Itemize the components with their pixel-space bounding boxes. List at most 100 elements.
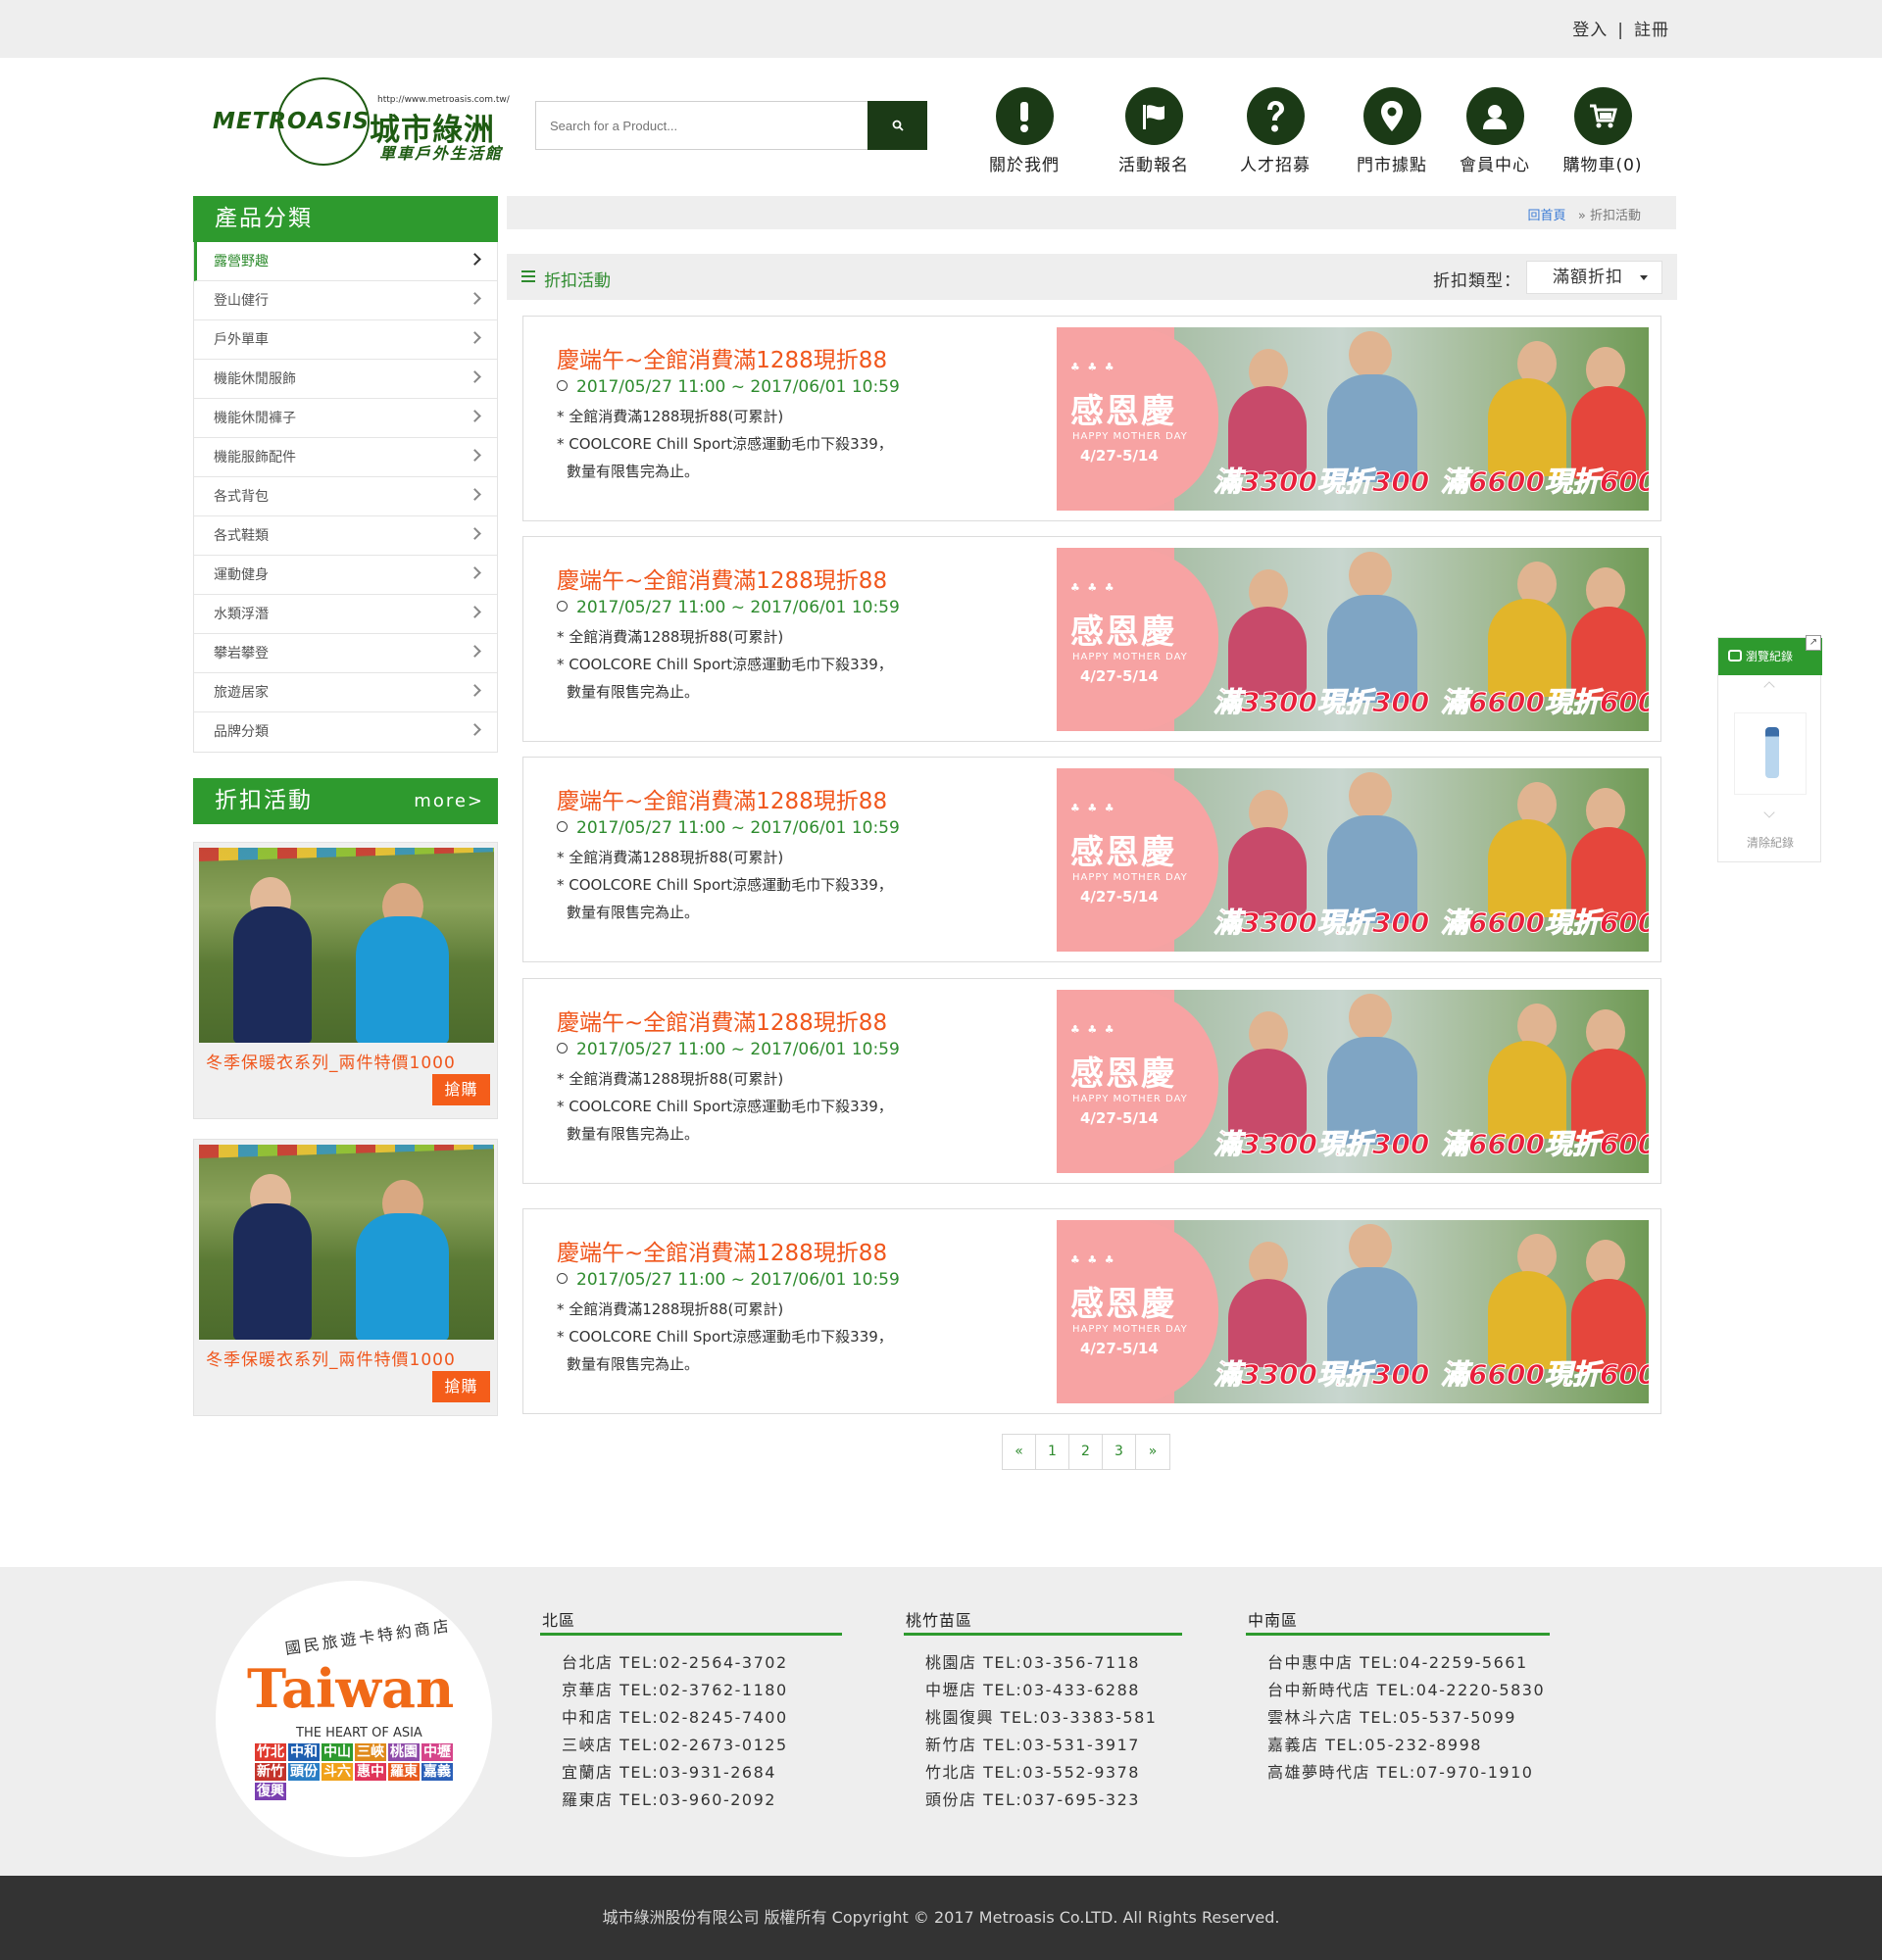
- category-item[interactable]: 登山健行: [194, 281, 497, 320]
- logo-url: http://www.metroasis.com.tw/: [377, 95, 510, 105]
- category-label: 各式鞋類: [214, 528, 269, 544]
- chevron-up-icon[interactable]: [1763, 681, 1775, 693]
- pager-prev[interactable]: «: [1003, 1435, 1036, 1469]
- promo-card[interactable]: 冬季保暖衣系列_兩件特價1000 搶購: [193, 1139, 498, 1416]
- expand-icon[interactable]: ↗: [1806, 635, 1821, 651]
- event-card[interactable]: 慶端午~全館消費滿1288現折88 2017/05/27 11:00 ~ 201…: [522, 316, 1661, 521]
- event-banner[interactable]: ♣ ♣ ♣ 感恩慶 HAPPY MOTHER DAY 4/27-5/14 滿33…: [1057, 768, 1649, 952]
- event-desc: 數量有限售完為止。: [567, 463, 700, 480]
- category-item[interactable]: 機能服飾配件: [194, 438, 497, 477]
- copyright-text: 城市綠洲股份有限公司 版權所有 Copyright © 2017 Metroas…: [602, 1908, 1280, 1927]
- footer: 國民旅遊卡特約商店 Taiwan THE HEART OF ASIA 竹北 中和…: [0, 1567, 1882, 1876]
- event-desc: 數量有限售完為止。: [567, 904, 700, 921]
- chevron-right-icon: [469, 410, 481, 422]
- event-title[interactable]: 慶端午~全館消費滿1288現折88: [557, 562, 887, 595]
- nav-label: 人才招募: [1240, 156, 1311, 175]
- category-label: 各式背包: [214, 489, 269, 505]
- store-row: 高雄夢時代店 TEL:07-970-1910: [1267, 1763, 1534, 1782]
- banner-title: 感恩慶: [1070, 392, 1176, 431]
- category-item[interactable]: 機能休閒服飾: [194, 360, 497, 399]
- promo-title[interactable]: 冬季保暖衣系列_兩件特價1000: [206, 1049, 456, 1073]
- event-banner[interactable]: ♣ ♣ ♣ 感恩慶 HAPPY MOTHER DAY 4/27-5/14 滿33…: [1057, 548, 1649, 731]
- pager-page[interactable]: 3: [1103, 1435, 1136, 1469]
- pager-page[interactable]: 1: [1036, 1435, 1069, 1469]
- account-links: 登入 | 註冊: [1572, 16, 1669, 40]
- copyright-bar: 城市綠洲股份有限公司 版權所有 Copyright © 2017 Metroas…: [0, 1876, 1882, 1960]
- nav-careers[interactable]: 人才招募: [1221, 87, 1329, 175]
- nav-cart[interactable]: 購物車(0): [1549, 87, 1657, 175]
- breadcrumb-home[interactable]: 回首頁: [1527, 209, 1565, 223]
- register-link[interactable]: 註冊: [1634, 21, 1669, 40]
- store-row: 台北店 TEL:02-2564-3702: [562, 1653, 788, 1672]
- event-title[interactable]: 慶端午~全館消費滿1288現折88: [557, 1234, 887, 1267]
- discount-type-select[interactable]: 滿額折扣: [1526, 261, 1662, 294]
- event-card[interactable]: 慶端午~全館消費滿1288現折88 2017/05/27 11:00 ~ 201…: [522, 536, 1661, 742]
- promo-more-link[interactable]: more>: [414, 778, 484, 824]
- caret-down-icon: [1640, 275, 1648, 280]
- promo-title[interactable]: 冬季保暖衣系列_兩件特價1000: [206, 1346, 456, 1370]
- buy-button[interactable]: 搶購: [432, 1074, 490, 1105]
- breadcrumb-trail: 回首頁 » 折扣活動: [1527, 205, 1641, 223]
- banner-decoration: ♣ ♣ ♣: [1070, 581, 1116, 594]
- promo-header-title: 折扣活動: [215, 788, 313, 813]
- nav-about[interactable]: 關於我們: [970, 87, 1078, 175]
- search-button[interactable]: [867, 101, 927, 150]
- event-date: 2017/05/27 11:00 ~ 2017/06/01 10:59: [557, 598, 900, 617]
- banner-offer: 滿6600現折600: [1440, 1358, 1649, 1392]
- location-pin-icon: [1362, 87, 1421, 145]
- event-banner[interactable]: ♣ ♣ ♣ 感恩慶 HAPPY MOTHER DAY 4/27-5/14 滿33…: [1057, 1220, 1649, 1403]
- category-item[interactable]: 機能休閒褲子: [194, 399, 497, 438]
- event-desc: * 全館消費滿1288現折88(可累計): [557, 408, 784, 425]
- nav-member[interactable]: 會員中心: [1441, 87, 1549, 175]
- search-input[interactable]: [535, 101, 868, 150]
- banner-subtitle: HAPPY MOTHER DAY: [1072, 872, 1188, 883]
- event-card[interactable]: 慶端午~全館消費滿1288現折88 2017/05/27 11:00 ~ 201…: [522, 978, 1661, 1184]
- viewed-product-thumb[interactable]: [1734, 712, 1807, 795]
- pager-page[interactable]: 2: [1069, 1435, 1103, 1469]
- category-item[interactable]: 旅遊居家: [194, 673, 497, 712]
- promo-card[interactable]: 冬季保暖衣系列_兩件特價1000 搶購: [193, 842, 498, 1119]
- nav-events[interactable]: 活動報名: [1100, 87, 1208, 175]
- banner-title: 感恩慶: [1070, 1285, 1176, 1324]
- event-desc: * COOLCORE Chill Sport涼感運動毛巾下殺339，: [557, 876, 893, 894]
- category-label: 機能休閒褲子: [214, 411, 296, 426]
- banner-offer: 滿6600現折600: [1440, 686, 1649, 719]
- promo-image[interactable]: [199, 1145, 494, 1340]
- clear-history-button[interactable]: 清除紀錄: [1718, 834, 1822, 851]
- person-head: [1349, 1224, 1392, 1271]
- site-logo[interactable]: METROASIS http://www.metroasis.com.tw/ 城…: [211, 75, 510, 166]
- category-item[interactable]: 露營野趣: [194, 242, 497, 281]
- badge-arc-text: 國民旅遊卡特約商店: [283, 1616, 453, 1658]
- buy-button[interactable]: 搶購: [432, 1371, 490, 1402]
- event-title[interactable]: 慶端午~全館消費滿1288現折88: [557, 782, 887, 815]
- category-item[interactable]: 水類浮潛: [194, 595, 497, 634]
- event-card[interactable]: 慶端午~全館消費滿1288現折88 2017/05/27 11:00 ~ 201…: [522, 757, 1661, 962]
- category-item[interactable]: 攀岩攀登: [194, 634, 497, 673]
- chevron-right-icon: [469, 449, 481, 462]
- person-figure: [356, 1213, 449, 1340]
- event-card[interactable]: 慶端午~全館消費滿1288現折88 2017/05/27 11:00 ~ 201…: [522, 1208, 1661, 1414]
- event-banner[interactable]: ♣ ♣ ♣ 感恩慶 HAPPY MOTHER DAY 4/27-5/14 滿33…: [1057, 990, 1649, 1173]
- event-desc: * COOLCORE Chill Sport涼感運動毛巾下殺339，: [557, 1098, 893, 1115]
- pagination: « 1 2 3 »: [1002, 1434, 1170, 1470]
- nav-stores[interactable]: 門市據點: [1338, 87, 1446, 175]
- badge-store: 惠中: [355, 1763, 386, 1781]
- category-item[interactable]: 品牌分類: [194, 712, 497, 752]
- search-icon: [892, 120, 904, 131]
- event-date-text: 2017/05/27 11:00 ~ 2017/06/01 10:59: [576, 598, 900, 617]
- banner-title: 感恩慶: [1070, 833, 1176, 872]
- chevron-right-icon: [469, 488, 481, 501]
- category-item[interactable]: 各式背包: [194, 477, 497, 516]
- category-item[interactable]: 各式鞋類: [194, 516, 497, 556]
- chevron-down-icon[interactable]: [1763, 807, 1775, 818]
- banner-offer: 滿3300現折300: [1213, 1358, 1430, 1392]
- event-title[interactable]: 慶端午~全館消費滿1288現折88: [557, 1004, 887, 1037]
- login-link[interactable]: 登入: [1572, 21, 1608, 40]
- event-title[interactable]: 慶端午~全館消費滿1288現折88: [557, 341, 887, 374]
- category-item[interactable]: 運動健身: [194, 556, 497, 595]
- store-row: 竹北店 TEL:03-552-9378: [925, 1763, 1140, 1782]
- category-item[interactable]: 戶外單車: [194, 320, 497, 360]
- pager-next[interactable]: »: [1136, 1435, 1169, 1469]
- promo-image[interactable]: [199, 848, 494, 1043]
- event-banner[interactable]: ♣ ♣ ♣ 感恩慶 HAPPY MOTHER DAY 4/27-5/14 滿33…: [1057, 327, 1649, 511]
